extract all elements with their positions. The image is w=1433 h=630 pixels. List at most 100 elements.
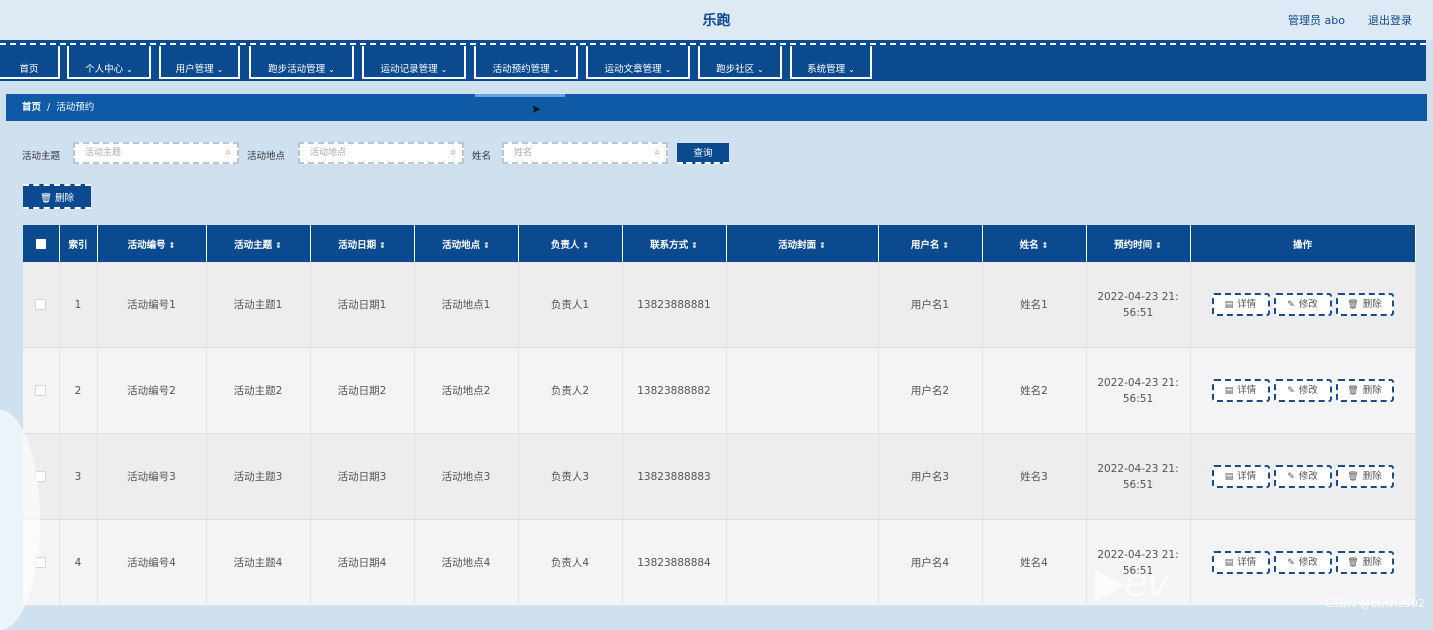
header-owner[interactable]: 负责人 ⇕ [518,225,623,262]
detail-button[interactable]: ▤ 详情 [1211,293,1270,316]
row-checkbox[interactable] [23,347,60,434]
chevron-down-icon: ⌄ [216,65,224,74]
header-name[interactable]: 姓名 ⇕ [982,225,1087,262]
edit-button[interactable]: ✎ 修改 [1273,551,1332,574]
header-time[interactable]: 预约时间 ⇕ [1086,225,1191,262]
name-search-input[interactable]: 姓名 ⌕ [502,142,668,164]
sort-icon: ⇕ [1041,240,1049,250]
cell-contact: 13823888882 [622,347,727,434]
document-icon: ▤ [1224,300,1234,310]
cell-place: 活动地点1 [414,262,519,348]
cell-index: 3 [59,433,98,520]
table-row: 4 活动编号4 活动主题4 活动日期4 活动地点4 负责人4 138238888… [23,519,1416,606]
sort-icon: ⇕ [275,240,282,250]
batch-delete-button[interactable]: 🗑 删除 [23,184,91,209]
cell-owner: 负责人4 [518,519,623,606]
select-all-checkbox[interactable] [23,225,60,262]
nav-dashed-border [0,43,1426,45]
edit-button[interactable]: ✎ 修改 [1273,293,1332,316]
cell-cover [726,347,879,434]
delete-button[interactable]: 🗑 删除 [1335,379,1394,402]
nav-item-activity-booking[interactable]: 活动预约管理 ⌄ [474,46,578,79]
cell-username: 用户名4 [878,519,983,606]
cell-name: 姓名2 [982,347,1087,434]
header-contact[interactable]: 联系方式 ⇕ [622,225,727,262]
booking-table: 索引 活动编号 ⇕ 活动主题 ⇕ 活动日期 ⇕ 活动地点 ⇕ 负责人 ⇕ 联系方式 ⇕ 活动… [23,225,1416,606]
chevron-down-icon: ⌄ [328,65,335,74]
cell-code: 活动编号3 [97,433,207,520]
nav-item-system[interactable]: 系统管理 ⌄ [790,46,872,79]
search-icon: ⌕ [450,147,456,158]
cell-code: 活动编号4 [97,519,207,606]
mouse-cursor-icon: ➤ [531,102,542,116]
edit-button[interactable]: ✎ 修改 [1273,465,1332,488]
chevron-down-icon: ⌄ [440,65,448,74]
cell-topic: 活动主题4 [206,519,311,606]
cell-place: 活动地点4 [414,519,519,606]
delete-button[interactable]: 🗑 删除 [1335,465,1394,488]
breadcrumb: 首页 / 活动预约 [6,94,1427,121]
header-place[interactable]: 活动地点 ⇕ [414,225,519,262]
topic-search-input[interactable]: 活动主题 ⌕ [73,142,239,164]
nav-item-articles[interactable]: 运动文章管理 ⌄ [586,46,690,79]
trash-icon: 🗑 [1347,300,1359,310]
nav-item-user-management[interactable]: 用户管理 ⌄ [159,46,240,79]
chevron-down-icon: ⌄ [664,65,672,74]
csdn-watermark: CSDN @bushe902 [1324,597,1425,610]
edit-button[interactable]: ✎ 修改 [1273,379,1332,402]
pencil-icon: ✎ [1287,558,1295,568]
cell-username: 用户名3 [878,433,983,520]
cell-username: 用户名2 [878,347,983,434]
header-username[interactable]: 用户名 ⇕ [878,225,983,262]
breadcrumb-home[interactable]: 首页 [22,102,41,113]
cell-owner: 负责人1 [518,262,623,348]
document-icon: ▤ [1224,386,1234,396]
nav-item-community[interactable]: 跑步社区 ⌄ [698,46,782,79]
cell-date: 活动日期1 [310,262,415,348]
header-cover[interactable]: 活动封面 ⇕ [726,225,879,262]
cell-index: 1 [59,262,98,348]
chevron-down-icon: ⌄ [757,65,764,74]
cell-contact: 13823888884 [622,519,727,606]
cell-date: 活动日期4 [310,519,415,606]
cell-topic: 活动主题2 [206,347,311,434]
logout-link[interactable]: 退出登录 [1368,12,1412,28]
table-row: 2 活动编号2 活动主题2 活动日期2 活动地点2 负责人2 138238888… [23,347,1416,434]
document-icon: ▤ [1224,472,1234,482]
name-label: 姓名 [472,151,492,162]
cell-name: 姓名1 [982,262,1087,348]
cell-code: 活动编号1 [97,262,207,348]
nav-item-home[interactable]: 首页 [0,46,60,79]
detail-button[interactable]: ▤ 详情 [1211,465,1270,488]
nav-item-running-activity[interactable]: 跑步活动管理 ⌄ [249,46,354,79]
ev-logo-watermark: ▶ev [1095,560,1170,606]
table-header-row: 索引 活动编号 ⇕ 活动主题 ⇕ 活动日期 ⇕ 活动地点 ⇕ 负责人 ⇕ 联系方式 ⇕ 活动… [23,225,1416,262]
current-user-label: 管理员 abo [1288,14,1345,27]
header-date[interactable]: 活动日期 ⇕ [310,225,415,262]
detail-button[interactable]: ▤ 详情 [1211,551,1270,574]
trash-icon: 🗑 [1347,472,1359,482]
header-code[interactable]: 活动编号 ⇕ [97,225,207,262]
place-search-input[interactable]: 活动地点 ⌕ [298,142,464,164]
sort-icon: ⇕ [582,240,590,250]
cell-place: 活动地点3 [414,433,519,520]
cell-cover [726,433,879,520]
document-icon: ▤ [1224,558,1234,568]
chevron-down-icon: ⌄ [552,65,560,74]
query-button[interactable]: 查询 [677,143,729,164]
nav-item-exercise-records[interactable]: 运动记录管理 ⌄ [362,46,466,79]
nav-item-personal-center[interactable]: 个人中心 ⌄ [67,46,151,79]
detail-button[interactable]: ▤ 详情 [1211,379,1270,402]
place-label: 活动地点 [247,151,286,162]
cell-place: 活动地点2 [414,347,519,434]
header-topic[interactable]: 活动主题 ⇕ [206,225,311,262]
header-ops: 操作 [1190,225,1416,262]
table-row: 1 活动编号1 活动主题1 活动日期1 活动地点1 负责人1 138238888… [23,262,1416,348]
row-checkbox[interactable] [23,262,60,348]
sort-icon: ⇕ [942,240,950,250]
trash-icon: 🗑 [39,193,52,204]
cell-topic: 活动主题3 [206,433,311,520]
pencil-icon: ✎ [1287,472,1295,482]
delete-button[interactable]: 🗑 删除 [1335,551,1394,574]
delete-button[interactable]: 🗑 删除 [1335,293,1394,316]
